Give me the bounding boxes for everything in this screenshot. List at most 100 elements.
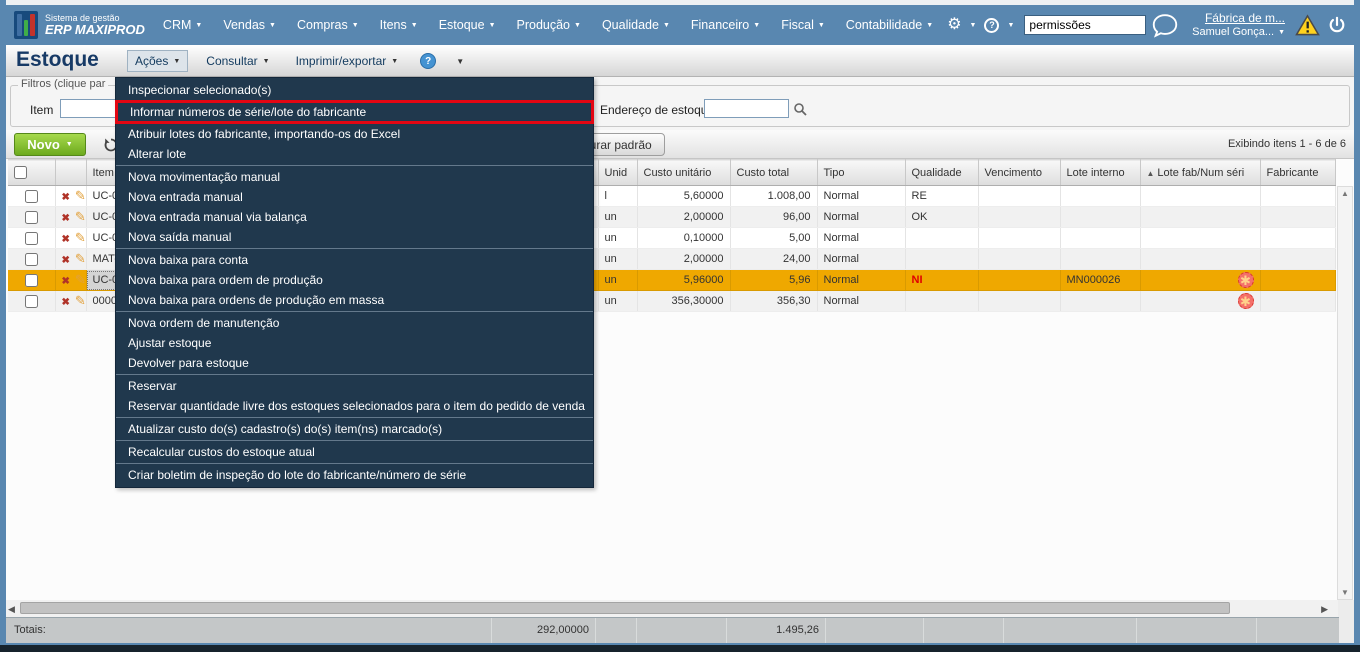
column-header-act[interactable]: [55, 159, 87, 186]
delete-icon[interactable]: ✖: [62, 276, 70, 287]
serial-numbers-badge-icon[interactable]: ✱: [1237, 293, 1254, 309]
column-header-ct[interactable]: Custo total: [730, 159, 818, 186]
gear-icon[interactable]: ⚙: [947, 17, 961, 33]
select-all-checkbox[interactable]: [14, 166, 27, 179]
row-checkbox[interactable]: [24, 252, 38, 266]
edit-pencil-icon[interactable]: ✎: [75, 251, 85, 266]
actions-menu-item[interactable]: Devolver para estoque: [116, 353, 593, 373]
more-menu-chevron-icon[interactable]: ▼: [456, 57, 464, 66]
page-help-icon[interactable]: ?: [420, 53, 437, 69]
company-link[interactable]: Fábrica de m...: [1205, 11, 1285, 25]
chevron-down-icon[interactable]: ▼: [1007, 22, 1014, 29]
horizontal-scrollbar[interactable]: ◀ ▶: [6, 600, 1354, 617]
column-header-unid[interactable]: Unid: [598, 159, 638, 186]
column-header-fab[interactable]: Fabricante: [1260, 159, 1336, 186]
actions-menu-item[interactable]: Nova saída manual: [116, 227, 593, 247]
row-checkbox[interactable]: [24, 294, 38, 308]
topbar-menu-fiscal[interactable]: Fiscal ▼: [781, 18, 825, 32]
actions-menu-item[interactable]: Nova baixa para ordens de produção em ma…: [116, 290, 593, 310]
topbar-menu-produção[interactable]: Produção ▼: [517, 18, 581, 32]
row-checkbox[interactable]: [24, 231, 38, 245]
topbar-menu-qualidade[interactable]: Qualidade ▼: [602, 18, 670, 32]
page-menu-consultar[interactable]: Consultar ▼: [198, 50, 277, 72]
topbar-menu-contabilidade[interactable]: Contabilidade ▼: [846, 18, 933, 32]
filters-legend[interactable]: Filtros (clique par: [18, 78, 109, 90]
warning-icon[interactable]: [1295, 14, 1320, 36]
topbar-menu-estoque[interactable]: Estoque ▼: [439, 18, 496, 32]
edit-pencil-icon[interactable]: ✎: [75, 230, 85, 245]
actions-menu-item[interactable]: Nova baixa para ordem de produção: [116, 270, 593, 290]
actions-menu-item[interactable]: Ajustar estoque: [116, 333, 593, 353]
vertical-scrollbar[interactable]: ▲ ▼: [1337, 186, 1353, 600]
endereco-filter-input[interactable]: [704, 99, 789, 118]
cell-ct: 24,00: [730, 248, 818, 270]
row-checkbox[interactable]: [24, 189, 38, 203]
delete-icon[interactable]: ✖: [62, 213, 70, 224]
column-header-li[interactable]: Lote interno: [1060, 159, 1141, 186]
topbar-menu-label: Vendas: [223, 18, 266, 32]
actions-menu-item[interactable]: Recalcular custos do estoque atual: [116, 442, 593, 462]
actions-menu-item[interactable]: Reservar quantidade livre dos estoques s…: [116, 396, 593, 416]
edit-pencil-icon[interactable]: ✎: [75, 272, 85, 287]
chat-bubble-icon[interactable]: [1150, 12, 1180, 39]
actions-menu-item[interactable]: Nova ordem de manutenção: [116, 313, 593, 333]
topbar-menu-itens[interactable]: Itens ▼: [380, 18, 418, 32]
delete-icon[interactable]: ✖: [62, 234, 70, 245]
actions-menu-item[interactable]: Nova entrada manual via balança: [116, 207, 593, 227]
user-menu[interactable]: Samuel Gonça... ▼: [1192, 25, 1285, 39]
column-header-qual[interactable]: Qualidade: [905, 159, 979, 186]
actions-menu-item[interactable]: Nova movimentação manual: [116, 167, 593, 187]
row-checkbox[interactable]: [24, 273, 38, 287]
topbar-menu-vendas[interactable]: Vendas ▼: [223, 18, 276, 32]
edit-pencil-icon[interactable]: ✎: [75, 188, 85, 203]
scroll-down-icon[interactable]: ▼: [1338, 588, 1352, 597]
actions-menu-item[interactable]: Nova baixa para conta: [116, 250, 593, 270]
actions-menu-item[interactable]: Alterar lote: [116, 144, 593, 164]
search-icon[interactable]: [793, 102, 807, 116]
row-checkbox[interactable]: [24, 210, 38, 224]
cell-venc: [978, 290, 1061, 312]
edit-pencil-icon[interactable]: ✎: [75, 209, 85, 224]
actions-menu-item[interactable]: Inspecionar selecionado(s): [116, 80, 593, 100]
actions-menu-item[interactable]: Atualizar custo do(s) cadastro(s) do(s) …: [116, 419, 593, 439]
cell-unid: un: [598, 290, 638, 312]
scroll-right-icon[interactable]: ▶: [1321, 604, 1328, 615]
topbar-menu-label: CRM: [162, 18, 192, 32]
column-header-tipo[interactable]: Tipo: [817, 159, 906, 186]
topbar-menu-compras[interactable]: Compras ▼: [297, 18, 359, 32]
chevron-down-icon[interactable]: ▼: [970, 22, 977, 29]
column-header-lf[interactable]: ▲ Lote fab/Num séri: [1140, 159, 1261, 186]
cell-qual: [905, 290, 979, 312]
actions-menu-item[interactable]: Reservar: [116, 376, 593, 396]
cell-fab: [1260, 269, 1336, 291]
delete-icon[interactable]: ✖: [62, 255, 70, 266]
delete-icon[interactable]: ✖: [62, 192, 70, 203]
global-search-input[interactable]: [1024, 15, 1147, 35]
row-select-cell: [8, 269, 56, 291]
row-select-cell: [8, 248, 56, 270]
help-icon[interactable]: ?: [984, 17, 1000, 33]
actions-menu-item[interactable]: Criar boletim de inspeção do lote do fab…: [116, 465, 593, 485]
topbar-menu-crm[interactable]: CRM ▼: [163, 18, 202, 32]
edit-pencil-icon[interactable]: ✎: [75, 293, 85, 308]
actions-menu-item[interactable]: Nova entrada manual: [116, 187, 593, 207]
actions-menu-item[interactable]: Atribuir lotes do fabricante, importando…: [116, 124, 593, 144]
select-all-checkbox-header[interactable]: [8, 159, 56, 186]
power-icon[interactable]: [1328, 16, 1346, 34]
topbar-menu-financeiro[interactable]: Financeiro ▼: [691, 18, 760, 32]
new-button[interactable]: Novo ▼: [14, 133, 86, 156]
page-menu-imprimir-exportar[interactable]: Imprimir/exportar ▼: [288, 50, 407, 72]
row-actions-cell: ✖ ✎: [55, 269, 87, 291]
actions-menu-item-highlighted[interactable]: Informar números de série/lote do fabric…: [115, 100, 594, 124]
page-menu-acoes[interactable]: Ações ▼: [127, 50, 189, 72]
cell-li: [1060, 227, 1141, 249]
scroll-left-icon[interactable]: ◀: [8, 604, 15, 615]
menu-separator: [116, 417, 593, 418]
scroll-up-icon[interactable]: ▲: [1338, 189, 1352, 198]
delete-icon[interactable]: ✖: [62, 297, 70, 308]
column-header-venc[interactable]: Vencimento: [978, 159, 1061, 186]
scrollbar-thumb[interactable]: [20, 602, 1230, 614]
column-header-cu[interactable]: Custo unitário: [637, 159, 731, 186]
app-window: Sistema de gestão ERP MAXIPROD CRM ▼ Venda…: [0, 0, 1360, 652]
serial-numbers-badge-icon[interactable]: ✱: [1237, 272, 1254, 288]
